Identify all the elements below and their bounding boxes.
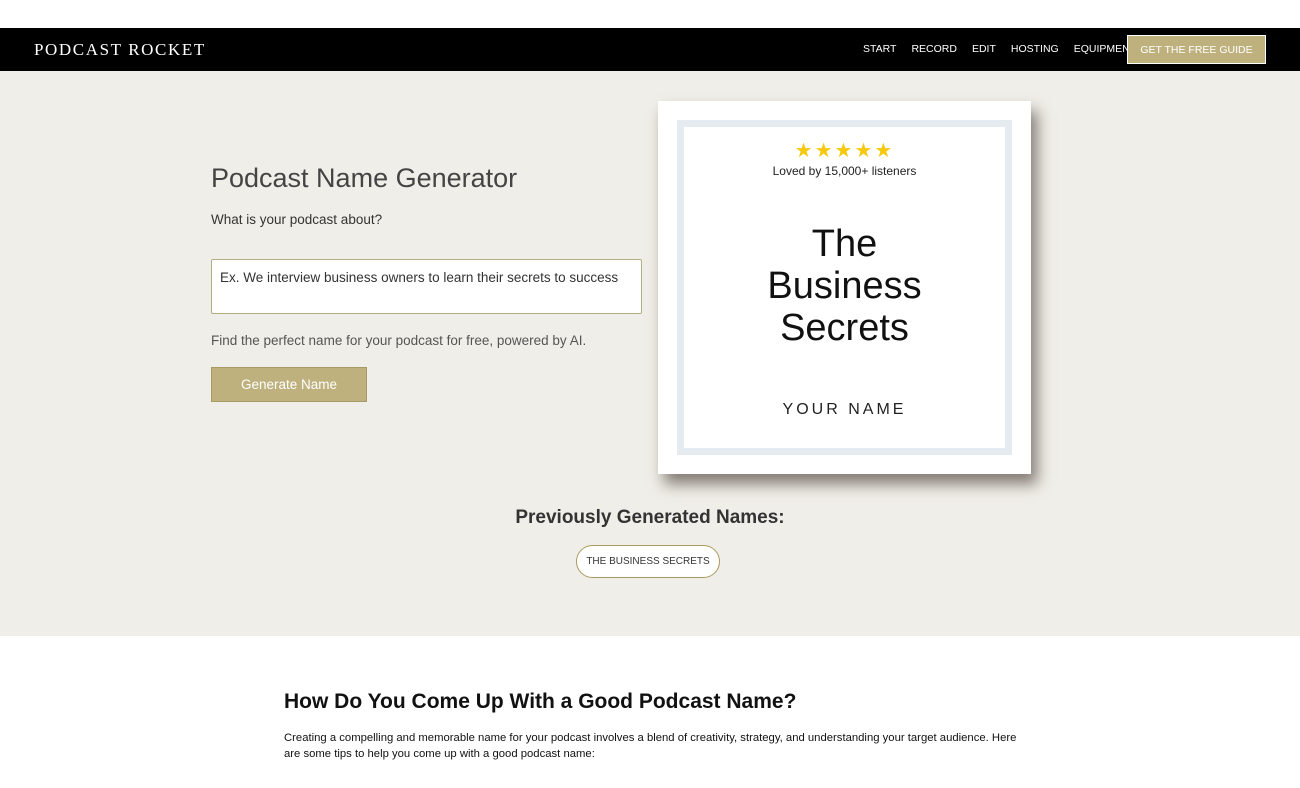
previous-name-chip[interactable]: THE BUSINESS SECRETS — [576, 545, 720, 578]
rating-stars-icon: ★★★★★ — [794, 140, 895, 162]
previous-names-heading: Previously Generated Names: — [515, 507, 785, 528]
nav-link-record[interactable]: RECORD — [911, 43, 957, 55]
nav-link-hosting[interactable]: HOSTING — [1011, 43, 1059, 55]
top-navbar: PODCAST ROCKET START RECORD EDIT HOSTING… — [0, 28, 1300, 71]
cover-title-line: Business — [767, 265, 922, 307]
generator-subtitle: Find the perfect name for your podcast f… — [211, 333, 587, 348]
generator-title: Podcast Name Generator — [211, 163, 518, 193]
top-whitespace — [0, 0, 1300, 28]
podcast-topic-label: What is your podcast about? — [211, 212, 383, 227]
cover-podcast-title: The Business Secrets — [684, 223, 1005, 349]
podcast-cover-preview: ★★★★★ Loved by 15,000+ listeners The Bus… — [658, 101, 1031, 474]
free-guide-button[interactable]: GET THE FREE GUIDE — [1127, 35, 1266, 64]
main-nav: START RECORD EDIT HOSTING EQUIPMENT — [863, 43, 1151, 55]
site-logo[interactable]: PODCAST ROCKET — [34, 40, 206, 60]
cover-title-line: Secrets — [780, 307, 909, 349]
nav-link-edit[interactable]: EDIT — [972, 43, 996, 55]
generate-name-button[interactable]: Generate Name — [211, 367, 367, 402]
listener-count-text: Loved by 15,000+ listeners — [772, 164, 917, 178]
article-paragraph: Creating a compelling and memorable name… — [284, 732, 1017, 760]
nav-link-start[interactable]: START — [863, 43, 896, 55]
cover-title-line: The — [811, 223, 878, 265]
article-heading: How Do You Come Up With a Good Podcast N… — [284, 690, 797, 713]
cover-frame: ★★★★★ Loved by 15,000+ listeners The Bus… — [677, 120, 1012, 455]
cover-author-name: YOUR NAME — [782, 401, 907, 418]
podcast-topic-input[interactable] — [211, 259, 642, 314]
generator-hero: Podcast Name Generator What is your podc… — [0, 71, 1300, 636]
